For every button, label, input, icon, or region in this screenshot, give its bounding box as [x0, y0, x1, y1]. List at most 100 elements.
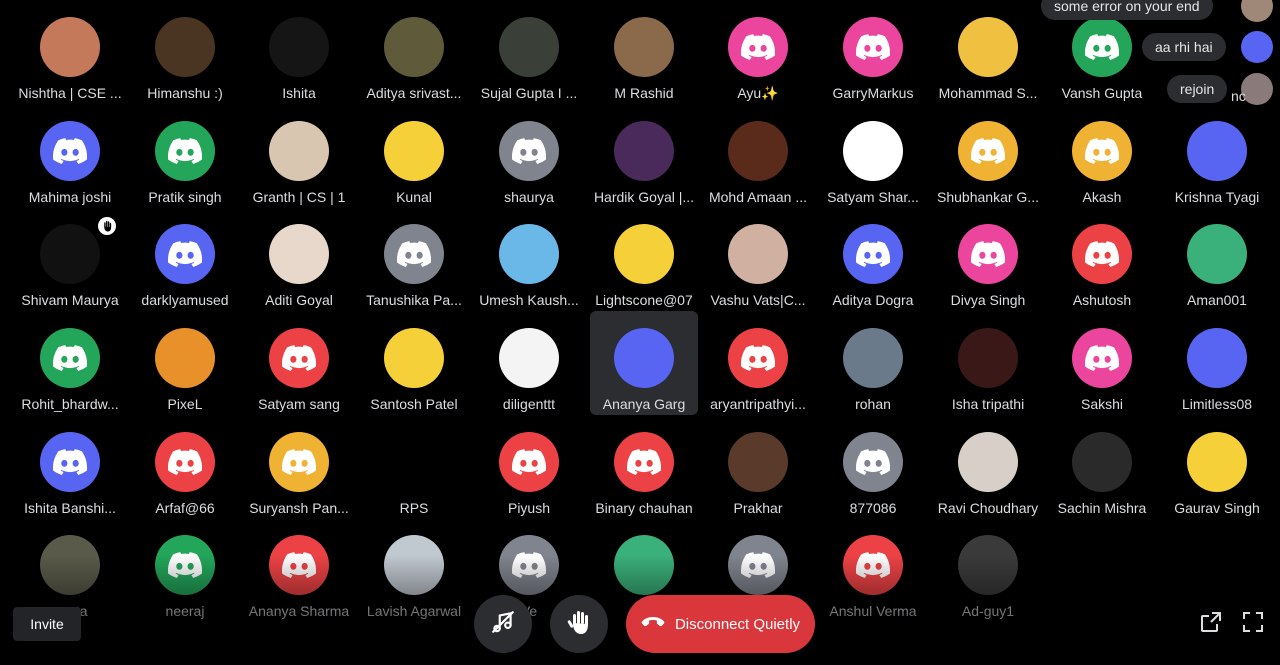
participant-tile[interactable]: Isha tripathi: [934, 311, 1042, 415]
participant-tile[interactable]: Divya Singh: [934, 207, 1042, 311]
participant-avatar: [40, 17, 100, 77]
participant-name: Himanshu :): [147, 85, 223, 101]
participant-tile[interactable]: aryantripathyi...: [704, 311, 812, 415]
disconnect-quietly-button[interactable]: Disconnect Quietly: [626, 595, 815, 653]
participant-tile[interactable]: Himanshu :): [131, 0, 239, 104]
participant-name: Ravi Choudhary: [937, 500, 1039, 516]
participant-tile[interactable]: Aditya Dogra: [819, 207, 927, 311]
participant-name: 877086: [849, 500, 897, 516]
participant-tile[interactable]: Ananya Sharma: [245, 518, 353, 622]
participant-tile[interactable]: Binary chauhan: [590, 415, 698, 519]
participant-avatar: [499, 224, 559, 284]
participant-tile[interactable]: Gaurav Singh: [1163, 415, 1271, 519]
participant-tile[interactable]: Krishna Tyagi: [1163, 104, 1271, 208]
participant-name: Shubhankar G...: [937, 189, 1039, 205]
participant-tile[interactable]: Aman001: [1163, 207, 1271, 311]
participant-avatar: [1072, 224, 1132, 284]
raise-hand-icon: [567, 609, 591, 640]
participant-tile[interactable]: neeraj: [131, 518, 239, 622]
participant-tile[interactable]: Kunal: [360, 104, 468, 208]
participant-tile[interactable]: Anshul Verma: [819, 518, 927, 622]
participant-tile[interactable]: Umesh Kaush...: [475, 207, 583, 311]
participant-tile[interactable]: Pratik singh: [131, 104, 239, 208]
participant-avatar: [384, 17, 444, 77]
participant-avatar: [614, 17, 674, 77]
participant-name: Lightscone@07: [595, 292, 693, 308]
mute-toggle-button[interactable]: [474, 595, 532, 653]
participant-tile[interactable]: Nishtha | CSE ...: [16, 0, 124, 104]
participant-name: Krishna Tyagi: [1174, 189, 1260, 205]
participant-tile[interactable]: Lightscone@07: [590, 207, 698, 311]
participant-name: Tanushika Pa...: [366, 292, 462, 308]
participant-tile[interactable]: Shubhankar G...: [934, 104, 1042, 208]
participant-name: Divya Singh: [950, 292, 1026, 308]
chat-message: aa rhi hai: [1155, 39, 1213, 55]
participant-tile[interactable]: Arfaf@66: [131, 415, 239, 519]
participant-tile[interactable]: GarryMarkus: [819, 0, 927, 104]
participant-tile[interactable]: Piyush: [475, 415, 583, 519]
participant-tile[interactable]: Ishita Banshi...: [16, 415, 124, 519]
participant-avatar: [843, 432, 903, 492]
participant-tile[interactable]: Aditi Goyal: [245, 207, 353, 311]
participant-tile[interactable]: Akash: [1048, 104, 1156, 208]
participant-tile[interactable]: Satyam sang: [245, 311, 353, 415]
participant-tile[interactable]: Ravi Choudhary: [934, 415, 1042, 519]
participant-tile[interactable]: darklyamused: [131, 207, 239, 311]
participant-tile[interactable]: Mohd Amaan ...: [704, 104, 812, 208]
participant-name: Rohit_bhardw...: [21, 396, 119, 412]
fullscreen-button[interactable]: [1240, 611, 1266, 637]
participant-tile[interactable]: Sachin Mishra: [1048, 415, 1156, 519]
participant-tile[interactable]: Shivam Maurya: [16, 207, 124, 311]
raise-hand-button[interactable]: [550, 595, 608, 653]
participant-avatar: [1072, 432, 1132, 492]
participant-tile[interactable]: shaurya: [475, 104, 583, 208]
participant-tile[interactable]: Ayu✨: [704, 0, 812, 104]
participant-tile[interactable]: Mohammad S...: [934, 0, 1042, 104]
participant-tile[interactable]: rohan: [819, 311, 927, 415]
participant-avatar: [1187, 121, 1247, 181]
participant-tile[interactable]: 877086: [819, 415, 927, 519]
participant-name: Kunal: [396, 189, 432, 205]
invite-button[interactable]: Invite: [13, 607, 81, 641]
participant-tile[interactable]: Ad-guy1: [934, 518, 1042, 622]
participant-tile[interactable]: Aditya srivast...: [360, 0, 468, 104]
participant-tile[interactable]: PixeL: [131, 311, 239, 415]
participant-tile[interactable]: Rohit_bhardw...: [16, 311, 124, 415]
participant-tile[interactable]: RPS: [360, 415, 468, 519]
participant-avatar: [269, 432, 329, 492]
participant-tile[interactable]: Granth | CS | 1: [245, 104, 353, 208]
participant-tile[interactable]: Lavish Agarwal: [360, 518, 468, 622]
participant-name: M Rashid: [614, 85, 674, 101]
participant-tile[interactable]: Satyam Shar...: [819, 104, 927, 208]
participant-tile[interactable]: diligenttt: [475, 311, 583, 415]
participant-avatar: [728, 121, 788, 181]
participant-tile[interactable]: Suryansh Pan...: [245, 415, 353, 519]
participant-tile[interactable]: Ishita: [245, 0, 353, 104]
participant-tile[interactable]: Santosh Patel: [360, 311, 468, 415]
participant-name: Vansh Gupta: [1061, 85, 1143, 101]
participant-name: Ishita: [282, 85, 316, 101]
participant-tile[interactable]: M Rashid: [590, 0, 698, 104]
participant-tile[interactable]: Ashutosh: [1048, 207, 1156, 311]
participant-name: Ananya Sharma: [248, 603, 350, 619]
participant-name: Nishtha | CSE ...: [18, 85, 122, 101]
participant-avatar: [728, 224, 788, 284]
participant-tile[interactable]: Hardik Goyal |...: [590, 104, 698, 208]
participant-avatar: [155, 224, 215, 284]
participant-tile[interactable]: Ananya Garg: [590, 311, 698, 415]
participant-name: Ayu✨: [737, 85, 779, 101]
participant-tile[interactable]: Mahima joshi: [16, 104, 124, 208]
participant-name: Ananya Garg: [602, 396, 686, 412]
participant-tile[interactable]: Sujal Gupta I ...: [475, 0, 583, 104]
popout-button[interactable]: [1198, 611, 1224, 637]
participant-avatar: [958, 17, 1018, 77]
participant-tile[interactable]: Prakhar: [704, 415, 812, 519]
participant-avatar: [958, 121, 1018, 181]
participant-name: Lavish Agarwal: [366, 603, 462, 619]
participant-tile[interactable]: Limitless08: [1163, 311, 1271, 415]
participant-name: rohan: [855, 396, 891, 412]
participant-name: Limitless08: [1181, 396, 1253, 412]
participant-tile[interactable]: Tanushika Pa...: [360, 207, 468, 311]
participant-tile[interactable]: Sakshi: [1048, 311, 1156, 415]
participant-tile[interactable]: Vashu Vats|C...: [704, 207, 812, 311]
